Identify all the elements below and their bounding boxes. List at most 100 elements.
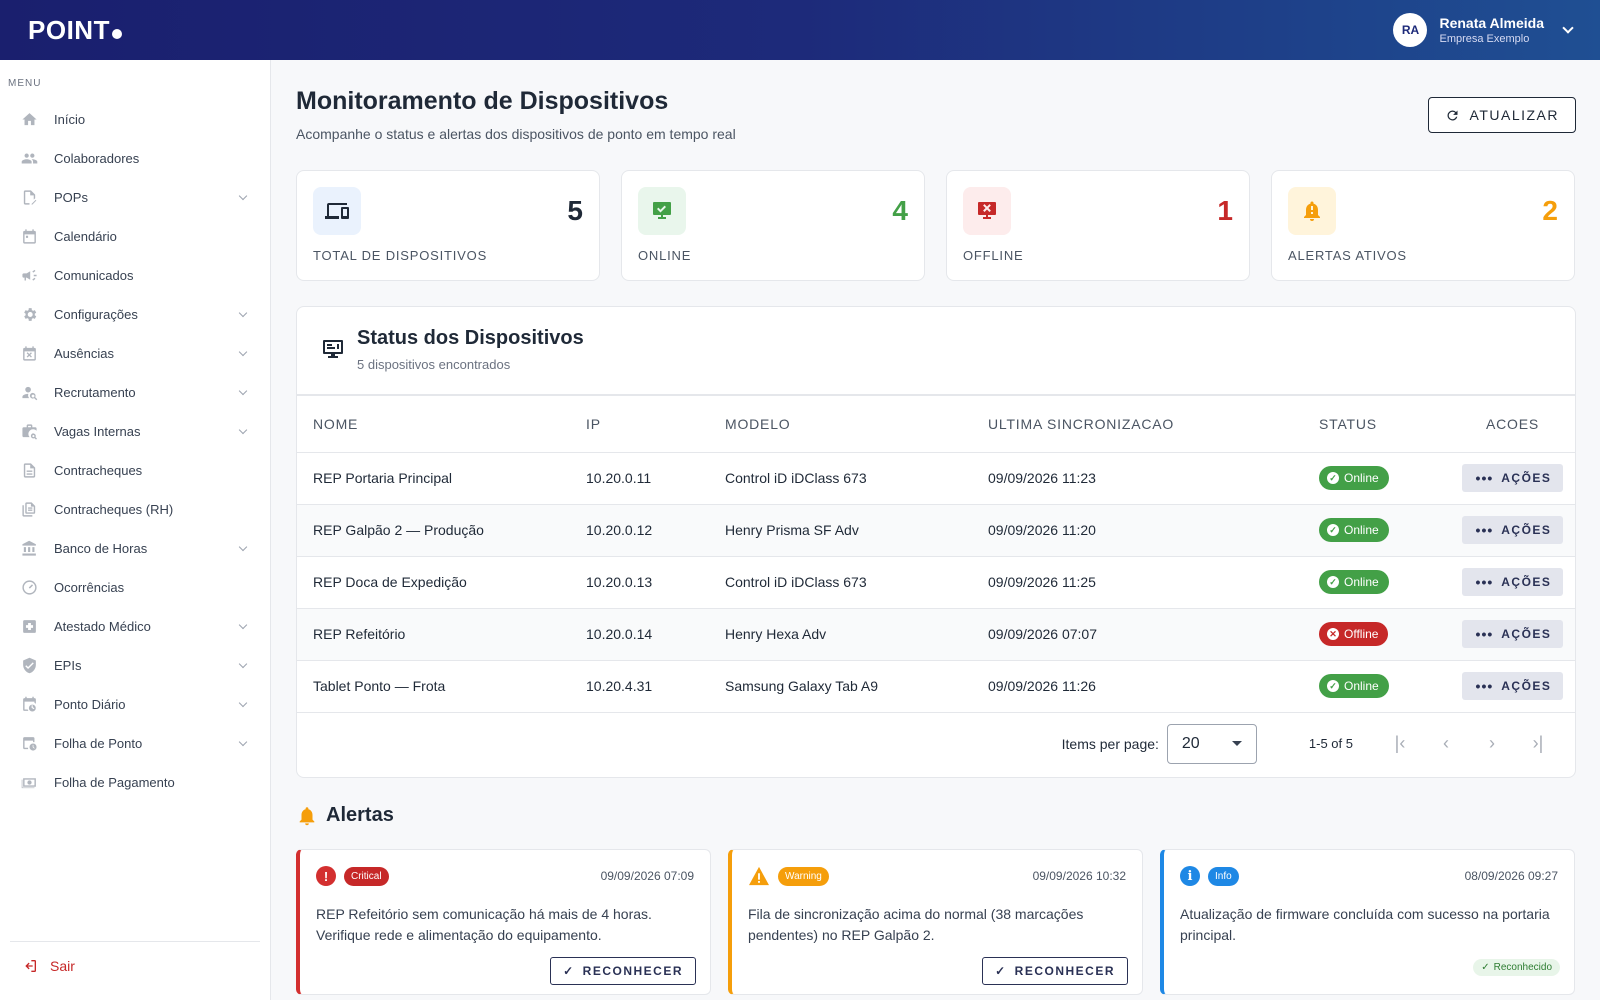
sidebar-item-pops[interactable]: POPs [0,178,270,217]
device-ip: 10.20.0.12 [586,504,725,557]
status-label: Online [1344,523,1379,537]
chevron-down-icon[interactable] [1562,22,1574,34]
sidebar-item-calendario[interactable]: Calendário [0,217,270,256]
device-sync: 09/09/2026 07:07 [988,608,1319,661]
device-sync: 09/09/2026 11:26 [988,660,1319,713]
actions-button[interactable]: ••• AÇÕES [1461,672,1564,700]
device-model: Henry Prisma SF Adv [725,504,988,557]
next-page-icon[interactable]: › [1469,733,1515,754]
actions-label: AÇÕES [1501,471,1552,485]
device-sync: 09/09/2026 11:23 [988,452,1319,505]
alerts-title: Alertas [326,804,394,826]
severity-badge: Warning [778,866,829,886]
sidebar-item-recrutamento[interactable]: Recrutamento [0,373,270,412]
sidebar-item-atestado-medico[interactable]: Atestado Médico [0,607,270,646]
check-circle-icon: ✓ [1327,472,1339,484]
column-header-status[interactable]: STATUS [1319,396,1450,453]
table-row[interactable]: Tablet Ponto — Frota 10.20.4.31 Samsung Ga… [297,660,1575,713]
chevron-down-icon [238,737,248,747]
sidebar-item-label: Ausências [54,346,114,361]
paginator: Items per page: 20 1-5 of 5 |‹ ‹ › ›| [297,713,1575,775]
column-header-model[interactable]: MODELO [725,396,988,453]
alerts-heading: Alertas [296,804,394,827]
check-icon: ✓ [1481,962,1490,973]
check-circle-icon: ✓ [1327,524,1339,536]
table-row[interactable]: REP Portaria Principal 10.20.0.11 Control … [297,452,1575,505]
table-row[interactable]: REP Refeitório 10.20.0.14 Henry Hexa Adv 09… [297,608,1575,661]
sidebar-nav: Início Colaboradores POPs Calendário Comunic… [0,100,270,802]
acknowledge-button[interactable]: ✓ RECONHECER [550,957,696,985]
receipt-multiple-icon [20,501,38,519]
status-badge: ✕ Offline [1319,622,1389,646]
device-sync: 09/09/2026 11:20 [988,504,1319,557]
device-name: REP Portaria Principal [297,452,586,505]
sidebar-item-folha-de-pagamento[interactable]: Folha de Pagamento [0,763,270,802]
person-search-icon [20,384,38,402]
sidebar-item-ausencias[interactable]: Ausências [0,334,270,373]
refresh-button[interactable]: ATUALIZAR [1427,97,1576,133]
status-label: Online [1344,679,1379,693]
column-header-actions: ACOES [1450,396,1575,453]
previous-page-icon[interactable]: ‹ [1423,733,1469,754]
actions-button[interactable]: ••• AÇÕES [1461,516,1564,544]
actions-label: AÇÕES [1501,523,1552,537]
acknowledged-label: Reconhecido [1493,962,1552,973]
actions-label: AÇÕES [1501,627,1552,641]
sidebar-item-vagas-internas[interactable]: Vagas Internas [0,412,270,451]
sidebar-item-comunicados[interactable]: Comunicados [0,256,270,295]
stat-value: 2 [1542,195,1558,226]
divider [10,941,260,942]
sidebar-item-epis[interactable]: EPIs [0,646,270,685]
sidebar-item-colaboradores[interactable]: Colaboradores [0,139,270,178]
alert-message: Fila de sincronização acima do normal (3… [748,906,1084,943]
sidebar-item-ocorrencias[interactable]: Ocorrências [0,568,270,607]
user-menu[interactable]: RA Renata Almeida Empresa Exemplo [1393,13,1574,47]
table-row[interactable]: REP Galpão 2 — Produção 10.20.0.12 Henry P… [297,504,1575,557]
refresh-label: ATUALIZAR [1469,107,1559,123]
logout-button[interactable]: Sair [22,958,75,974]
cash-icon [20,774,38,792]
alert-message: Atualização de firmware concluída com su… [1180,906,1550,943]
sidebar-item-label: Folha de Pagamento [54,775,175,790]
page-subtitle: Acompanhe o status e alertas dos disposi… [296,126,736,142]
actions-button[interactable]: ••• AÇÕES [1461,464,1564,492]
sidebar-item-label: Comunicados [54,268,134,283]
column-header-name[interactable]: NOME [297,396,586,453]
sidebar-item-label: Vagas Internas [54,424,141,439]
device-model: Henry Hexa Adv [725,608,988,661]
app-logo[interactable]: POINT [28,15,122,46]
column-header-sync[interactable]: ULTIMA SINCRONIZACAO [988,396,1319,453]
last-page-icon[interactable]: ›| [1515,733,1561,754]
alert-date: 08/09/2026 09:27 [1464,869,1558,883]
medical-plus-icon [20,618,38,636]
device-online-icon [638,187,686,235]
sidebar-item-contracheques[interactable]: Contracheques [0,451,270,490]
alerts-list: ! Critical 09/09/2026 07:09 REP Refeitório … [296,849,1576,995]
first-page-icon[interactable]: |‹ [1377,733,1423,754]
sidebar-item-inicio[interactable]: Início [0,100,270,139]
actions-button[interactable]: ••• AÇÕES [1461,620,1564,648]
sidebar-item-ponto-diario[interactable]: Ponto Diário [0,685,270,724]
sidebar-item-folha-de-ponto[interactable]: Folha de Ponto [0,724,270,763]
more-horizontal-icon: ••• [1475,574,1494,590]
acknowledge-button[interactable]: ✓ RECONHECER [982,957,1128,985]
people-icon [20,150,38,168]
actions-button[interactable]: ••• AÇÕES [1461,568,1564,596]
stat-card: 5 TOTAL DE DISPOSITIVOS [296,170,600,281]
avatar: RA [1393,13,1428,47]
stat-value: 1 [1217,195,1233,226]
check-circle-icon: ✓ [1327,576,1339,588]
sidebar-item-banco-de-horas[interactable]: Banco de Horas [0,529,270,568]
items-per-page-select[interactable]: 20 [1166,723,1257,764]
sidebar-item-configuracoes[interactable]: Configurações [0,295,270,334]
page-title: Monitoramento de Dispositivos [296,87,669,115]
device-model: Samsung Galaxy Tab A9 [725,660,988,713]
check-circle-icon: ✓ [1327,680,1339,692]
table-row[interactable]: REP Doca de Expedição 10.20.0.13 Control i… [297,556,1575,609]
shield-check-icon [20,657,38,675]
logo-dot [111,29,122,39]
more-horizontal-icon: ••• [1475,470,1494,486]
sidebar-item-contracheques-rh[interactable]: Contracheques (RH) [0,490,270,529]
column-header-ip[interactable]: IP [586,396,725,453]
actions-label: AÇÕES [1501,575,1552,589]
